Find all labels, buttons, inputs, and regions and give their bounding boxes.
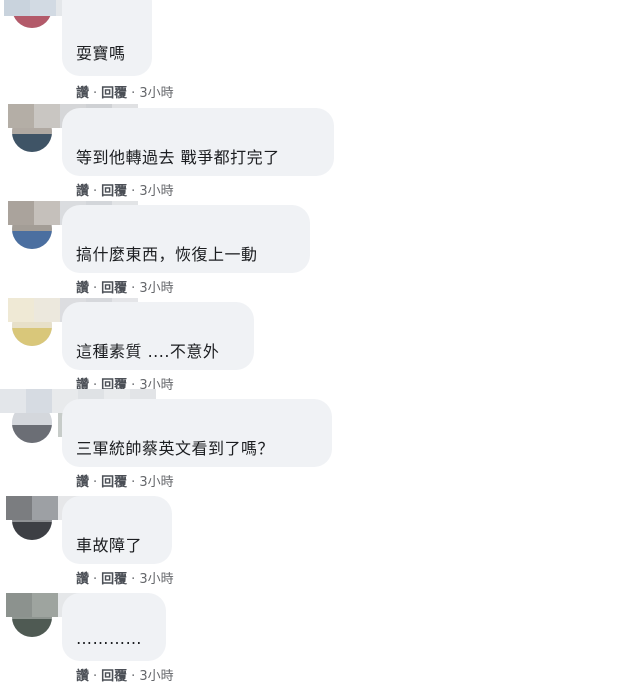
comment-text: 這種素質 ....不意外 <box>76 342 220 361</box>
comment-bubble: 耍寶嗎 <box>62 0 152 76</box>
reply-link[interactable]: 回覆 <box>101 669 127 684</box>
like-link[interactable]: 讚 <box>76 669 89 684</box>
comment-meta: 讚 · 回覆 · 3小時 <box>76 86 174 101</box>
comment-text: 搞什麼東西，恢復上一動 <box>76 245 258 264</box>
timestamp[interactable]: 3小時 <box>139 475 173 490</box>
comment-bubble: 搞什麼東西，恢復上一動 <box>62 205 310 273</box>
reply-link[interactable]: 回覆 <box>101 475 127 490</box>
timestamp[interactable]: 3小時 <box>139 184 173 199</box>
comment-meta: 讚 · 回覆 · 3小時 <box>76 669 174 684</box>
comment-bubble: 這種素質 ....不意外 <box>62 302 254 370</box>
timestamp[interactable]: 3小時 <box>139 572 173 587</box>
like-link[interactable]: 讚 <box>76 281 89 296</box>
like-link[interactable]: 讚 <box>76 475 89 490</box>
comment-meta: 讚 · 回覆 · 3小時 <box>76 572 174 587</box>
comment-text: ………… <box>76 629 142 648</box>
like-link[interactable]: 讚 <box>76 184 89 199</box>
like-link[interactable]: 讚 <box>76 572 89 587</box>
comment-bubble: 車故障了 <box>62 496 172 564</box>
reply-link[interactable]: 回覆 <box>101 184 127 199</box>
reply-link[interactable]: 回覆 <box>101 281 127 296</box>
timestamp[interactable]: 3小時 <box>139 281 173 296</box>
comment-text: 三軍統帥蔡英文看到了嗎？ <box>76 439 275 458</box>
comment-text: 耍寶嗎 <box>76 44 126 63</box>
timestamp[interactable]: 3小時 <box>139 669 173 684</box>
comment-meta: 讚 · 回覆 · 3小時 <box>76 475 174 490</box>
comment-list: 耍寶嗎 讚 · 回覆 · 3小時 等到他轉過去 戰爭都打完了 讚 · 回覆 · 3小時 <box>0 0 640 687</box>
comment-bubble: 等到他轉過去 戰爭都打完了 <box>62 108 334 176</box>
comment-meta: 讚 · 回覆 · 3小時 <box>76 184 174 199</box>
reply-link[interactable]: 回覆 <box>101 86 127 101</box>
like-link[interactable]: 讚 <box>76 86 89 101</box>
comment-text: 等到他轉過去 戰爭都打完了 <box>76 148 280 167</box>
comment-bubble: ………… <box>62 593 166 661</box>
comment-text: 車故障了 <box>76 536 143 555</box>
comment-meta: 讚 · 回覆 · 3小時 <box>76 281 174 296</box>
reply-link[interactable]: 回覆 <box>101 572 127 587</box>
comment-bubble: 三軍統帥蔡英文看到了嗎？ <box>62 399 332 467</box>
timestamp[interactable]: 3小時 <box>139 86 173 101</box>
